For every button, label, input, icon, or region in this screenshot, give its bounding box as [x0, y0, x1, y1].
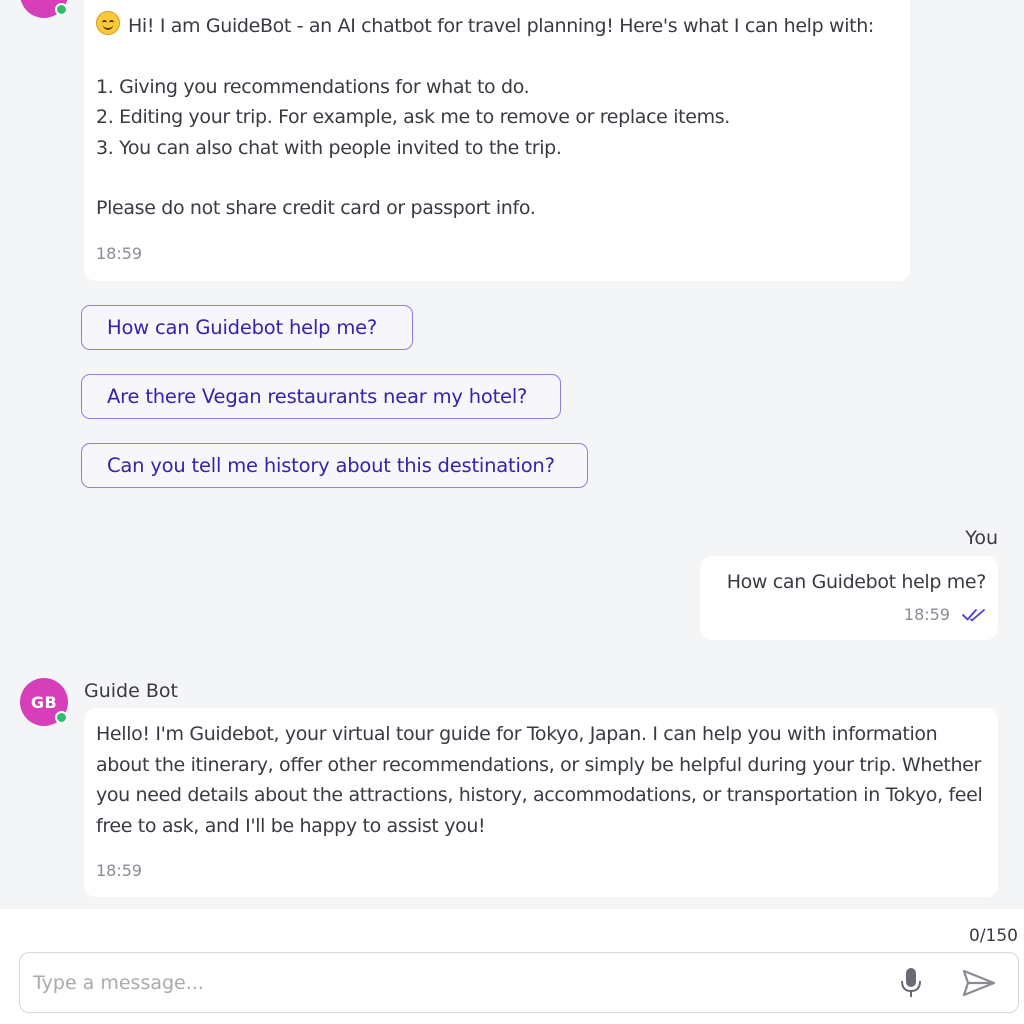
bot-sender-label: Guide Bot [84, 680, 178, 702]
suggestion-chip-vegan-restaurants[interactable]: Are there Vegan restaurants near my hote… [81, 374, 561, 419]
intro-list-item: 2. Editing your trip. For example, ask m… [96, 106, 730, 128]
send-icon[interactable] [959, 965, 999, 1001]
message-input[interactable] [33, 953, 873, 1012]
message-input-box [19, 952, 1019, 1013]
microphone-icon[interactable] [897, 965, 925, 1001]
intro-greeting-line: Hi! I am GuideBot - an AI chatbot for tr… [96, 11, 898, 42]
suggestion-chip-destination-history[interactable]: Can you tell me history about this desti… [81, 443, 588, 488]
online-status-dot [55, 711, 68, 724]
intro-notice: Please do not share credit card or passp… [96, 197, 536, 219]
message-composer: 0/150 [0, 909, 1024, 1024]
smiling-face-icon [96, 11, 120, 35]
bot-reply-message: Hello! I'm Guidebot, your virtual tour g… [84, 708, 998, 897]
message-timestamp: 18:59 [96, 243, 143, 263]
suggestion-chip-guidebot-help[interactable]: How can Guidebot help me? [81, 305, 413, 350]
intro-greeting: Hi! I am GuideBot - an AI chatbot for tr… [128, 15, 874, 37]
double-check-icon [962, 608, 986, 622]
character-counter: 0/150 [969, 926, 1018, 946]
intro-list-item: 3. You can also chat with people invited… [96, 136, 562, 159]
message-timestamp: 18:59 [903, 604, 950, 624]
user-message-text: How can Guidebot help me? [726, 571, 987, 593]
bot-avatar [20, 0, 68, 18]
bot-intro-message: Hi! I am GuideBot - an AI chatbot for tr… [84, 0, 910, 281]
bot-avatar: GB [20, 678, 68, 726]
intro-list-item: 1. Giving you recommendations for what t… [96, 75, 530, 98]
user-sender-label: You [965, 527, 998, 549]
user-message: How can Guidebot help me? 18:59 [700, 556, 998, 640]
bot-reply-text: Hello! I'm Guidebot, your virtual tour g… [96, 723, 983, 837]
online-status-dot [55, 3, 68, 16]
avatar-initials: GB [30, 692, 58, 712]
message-timestamp: 18:59 [96, 861, 143, 880]
